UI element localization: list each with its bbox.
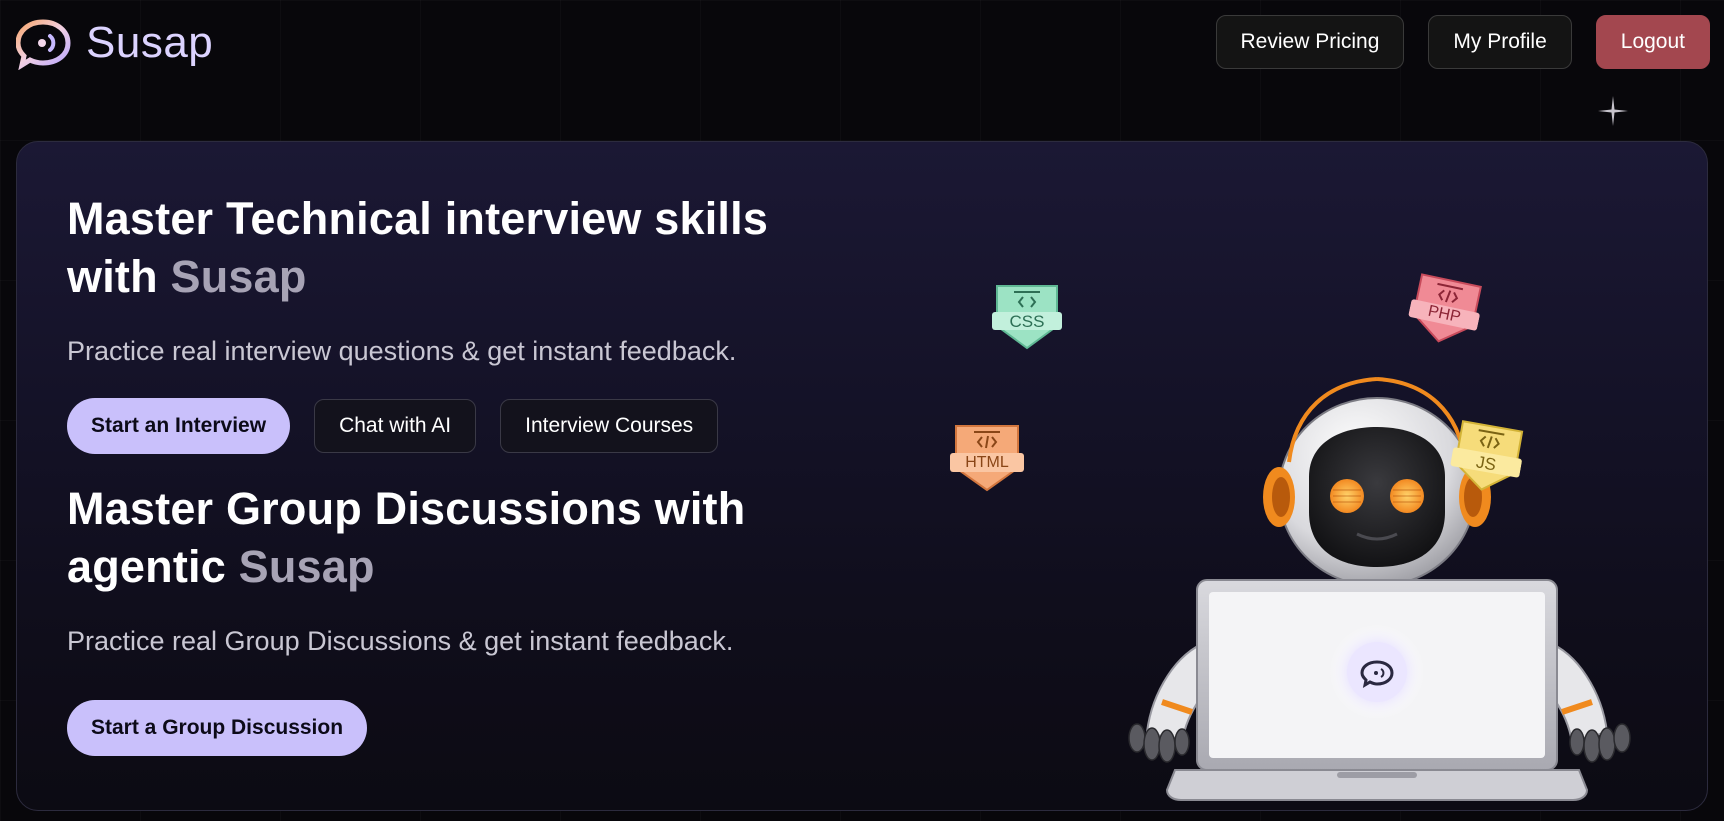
css-badge: CSS (992, 282, 1062, 352)
start-interview-button[interactable]: Start an Interview (67, 398, 291, 454)
sparkle-icon (1598, 96, 1628, 126)
logout-button[interactable]: Logout (1595, 15, 1710, 69)
hero-card: Master Technical interview skills with S… (16, 141, 1708, 811)
top-header: Susap Review Pricing My Profile Logout (0, 0, 1724, 90)
start-group-discussion-button[interactable]: Start a Group Discussion (67, 700, 368, 756)
brand-name: Susap (86, 18, 214, 67)
chat-with-ai-button[interactable]: Chat with AI (314, 399, 477, 453)
top-nav: Review Pricing My Profile Logout (1215, 15, 1710, 69)
interview-heading-accent: Susap (170, 251, 307, 302)
interview-subtext: Practice real interview questions & get … (67, 336, 737, 366)
group-subtext: Practice real Group Discussions & get in… (67, 626, 734, 656)
group-heading-accent: Susap (238, 541, 375, 592)
hero-content: Master Technical interview skills with S… (67, 190, 867, 756)
js-badge: JS (1446, 416, 1527, 499)
php-badge: PHP (1403, 269, 1486, 352)
group-discussion-section: Master Group Discussions with agentic Su… (67, 480, 867, 756)
review-pricing-button[interactable]: Review Pricing (1215, 15, 1405, 69)
interview-actions: Start an Interview Chat with AI Intervie… (67, 398, 867, 454)
chat-bubble-icon (16, 19, 71, 70)
group-actions: Start a Group Discussion (67, 700, 867, 756)
interview-courses-button[interactable]: Interview Courses (500, 399, 719, 453)
interview-section: Master Technical interview skills with S… (67, 190, 867, 454)
html-badge-label: HTML (965, 454, 1009, 471)
css-badge-label: CSS (1009, 312, 1045, 331)
group-heading-text: Master Group Discussions with agentic (67, 483, 746, 592)
brand[interactable]: Susap (16, 16, 213, 70)
my-profile-button[interactable]: My Profile (1428, 15, 1572, 69)
interview-heading: Master Technical interview skills with S… (67, 190, 867, 306)
robot-illustration: CSS PHP HTML JS (950, 262, 1697, 810)
robot-with-laptop-icon (1128, 377, 1631, 801)
group-heading: Master Group Discussions with agentic Su… (67, 480, 867, 596)
html-badge: HTML (950, 422, 1024, 494)
